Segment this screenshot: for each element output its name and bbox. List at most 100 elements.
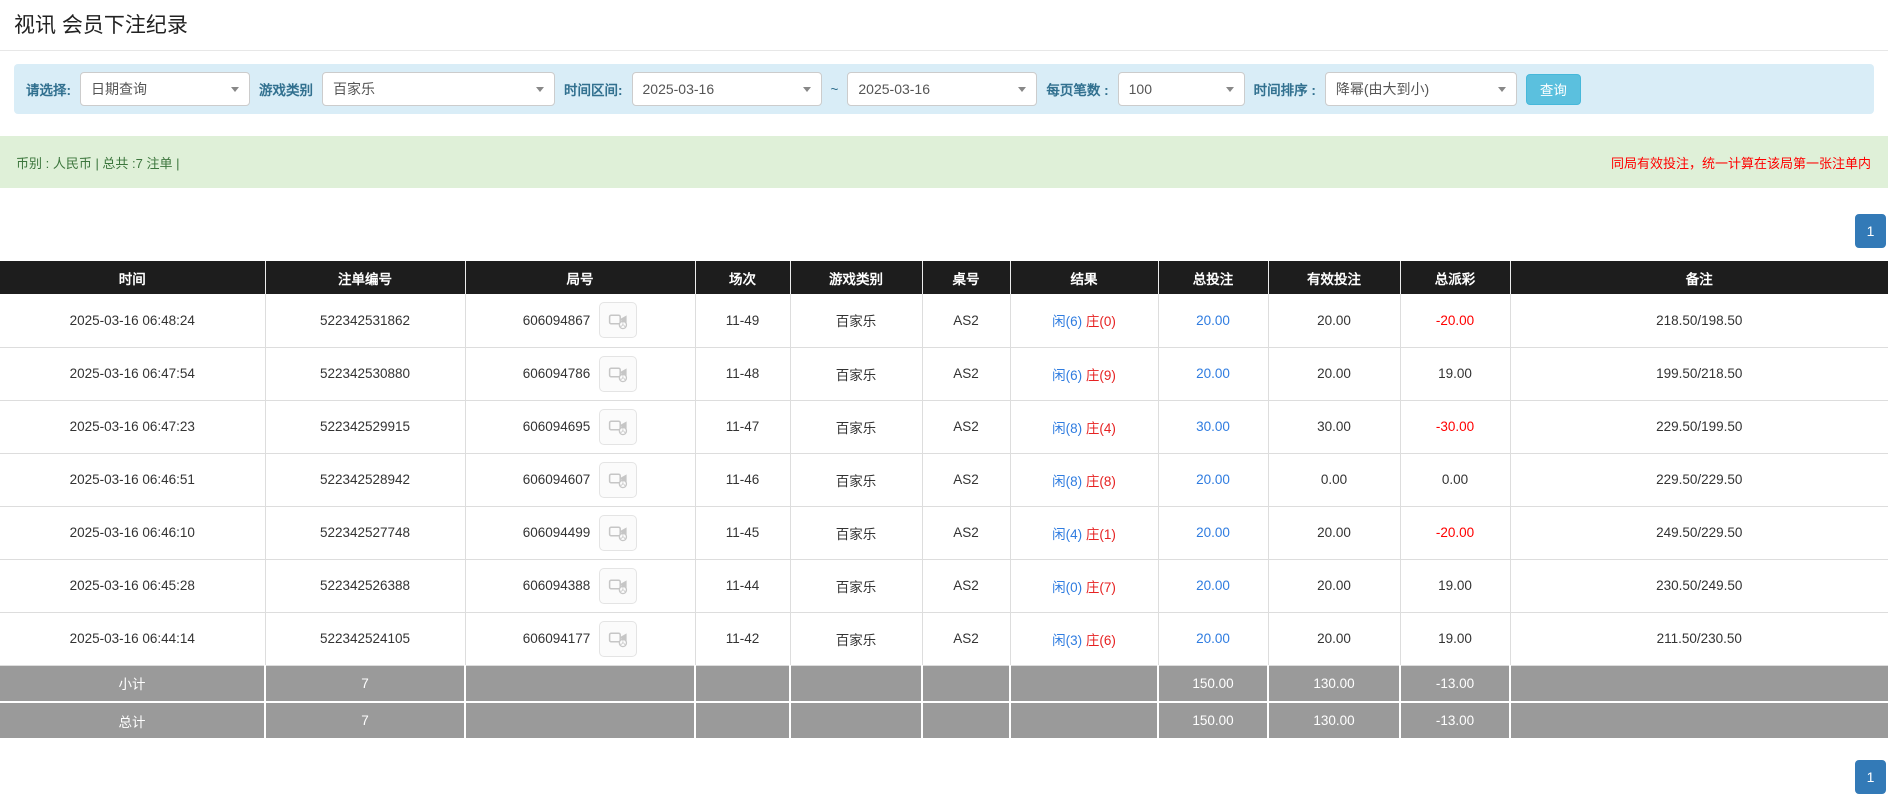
cell-payout: -30.00 (1400, 400, 1510, 453)
total-bet-link[interactable]: 20.00 (1196, 472, 1230, 487)
col-valid-bet: 有效投注 (1268, 261, 1400, 294)
subtotal-label: 小计 (0, 665, 265, 702)
cell-total-bet: 20.00 (1158, 612, 1268, 665)
cell-game-type: 百家乐 (790, 559, 922, 612)
cell-remark: 211.50/230.50 (1510, 612, 1888, 665)
cell-session: 11-48 (695, 347, 790, 400)
cell-total-bet: 20.00 (1158, 453, 1268, 506)
page-title: 视讯 会员下注纪录 (0, 0, 1888, 51)
currency-total-text: 币别 : 人民币 | 总共 :7 注单 | (16, 153, 180, 172)
round-id: 606094177 (523, 631, 591, 646)
cell-table: AS2 (922, 612, 1010, 665)
cell-result: 闲(6) 庄(0) (1010, 294, 1158, 347)
cell-valid-bet: 30.00 (1268, 400, 1400, 453)
col-time: 时间 (0, 261, 265, 294)
cell-valid-bet: 20.00 (1268, 612, 1400, 665)
cell-round: 606094499 (465, 506, 695, 559)
cell-bet-id: 522342524105 (265, 612, 465, 665)
cell-round: 606094177 (465, 612, 695, 665)
cell-remark: 218.50/198.50 (1510, 294, 1888, 347)
video-camera-icon (608, 310, 629, 331)
cell-table: AS2 (922, 347, 1010, 400)
video-replay-button[interactable] (599, 462, 637, 498)
cell-valid-bet: 20.00 (1268, 347, 1400, 400)
result-player: 闲(0) (1052, 580, 1082, 595)
filter-bar: 请选择: 日期查询 游戏类别 百家乐 时间区间: 2025-03-16 ~ 20… (14, 64, 1874, 114)
page-1-button[interactable]: 1 (1855, 760, 1886, 794)
cell-session: 11-49 (695, 294, 790, 347)
cell-game-type: 百家乐 (790, 400, 922, 453)
round-id: 606094867 (523, 313, 591, 328)
valid-bet-notice-text: 同局有效投注，统一计算在该局第一张注单内 (1611, 153, 1871, 172)
video-camera-icon (608, 363, 629, 384)
search-button[interactable]: 查询 (1526, 74, 1581, 105)
tilde-separator: ~ (831, 82, 839, 97)
table-body: 2025-03-16 06:48:24 522342531862 6060948… (0, 294, 1888, 665)
cell-session: 11-47 (695, 400, 790, 453)
cell-payout: 19.00 (1400, 347, 1510, 400)
time-range-label: 时间区间: (564, 79, 623, 99)
cell-payout: -20.00 (1400, 506, 1510, 559)
date-from-select[interactable]: 2025-03-16 (632, 72, 822, 106)
total-bet-link[interactable]: 20.00 (1196, 525, 1230, 540)
table-row: 2025-03-16 06:44:14 522342524105 6060941… (0, 612, 1888, 665)
sort-order-value: 降幂(由大到小) (1336, 79, 1429, 99)
total-bet-link[interactable]: 20.00 (1196, 366, 1230, 381)
col-result: 结果 (1010, 261, 1158, 294)
cell-game-type: 百家乐 (790, 453, 922, 506)
result-player: 闲(8) (1052, 474, 1082, 489)
date-mode-value: 日期查询 (91, 79, 147, 99)
game-type-value: 百家乐 (333, 79, 375, 99)
table-row: 2025-03-16 06:45:28 522342526388 6060943… (0, 559, 1888, 612)
video-replay-button[interactable] (599, 409, 637, 445)
total-bet-link[interactable]: 20.00 (1196, 313, 1230, 328)
total-bet-link[interactable]: 20.00 (1196, 578, 1230, 593)
table-row: 2025-03-16 06:47:23 522342529915 6060946… (0, 400, 1888, 453)
cell-valid-bet: 20.00 (1268, 559, 1400, 612)
video-replay-button[interactable] (599, 356, 637, 392)
chevron-down-icon (1498, 87, 1506, 92)
chevron-down-icon (536, 87, 544, 92)
date-to-select[interactable]: 2025-03-16 (847, 72, 1037, 106)
sort-order-select[interactable]: 降幂(由大到小) (1325, 72, 1517, 106)
table-header: 时间 注单编号 局号 场次 游戏类别 桌号 结果 总投注 有效投注 总派彩 备注 (0, 261, 1888, 294)
cell-round: 606094867 (465, 294, 695, 347)
total-bet-link[interactable]: 30.00 (1196, 419, 1230, 434)
chevron-down-icon (803, 87, 811, 92)
subtotal-payout: -13.00 (1400, 665, 1510, 702)
cell-payout: 19.00 (1400, 612, 1510, 665)
cell-table: AS2 (922, 400, 1010, 453)
cell-round: 606094388 (465, 559, 695, 612)
video-replay-button[interactable] (599, 621, 637, 657)
col-remark: 备注 (1510, 261, 1888, 294)
result-player: 闲(4) (1052, 527, 1082, 542)
cell-game-type: 百家乐 (790, 347, 922, 400)
date-mode-select[interactable]: 日期查询 (80, 72, 250, 106)
result-player: 闲(8) (1052, 421, 1082, 436)
cell-session: 11-46 (695, 453, 790, 506)
result-banker: 庄(0) (1086, 314, 1116, 329)
chevron-down-icon (1226, 87, 1234, 92)
cell-payout: 19.00 (1400, 559, 1510, 612)
game-type-select[interactable]: 百家乐 (322, 72, 555, 106)
cell-result: 闲(8) 庄(4) (1010, 400, 1158, 453)
video-replay-button[interactable] (599, 568, 637, 604)
sort-label: 时间排序 : (1254, 79, 1316, 99)
cell-valid-bet: 20.00 (1268, 294, 1400, 347)
page-size-select[interactable]: 100 (1118, 72, 1245, 106)
col-total-bet: 总投注 (1158, 261, 1268, 294)
subtotal-total-bet: 150.00 (1158, 665, 1268, 702)
round-id: 606094695 (523, 419, 591, 434)
chevron-down-icon (231, 87, 239, 92)
total-total-bet: 150.00 (1158, 702, 1268, 739)
cell-table: AS2 (922, 453, 1010, 506)
mode-label: 请选择: (26, 79, 71, 99)
video-replay-button[interactable] (599, 302, 637, 338)
round-id: 606094388 (523, 578, 591, 593)
total-bet-link[interactable]: 20.00 (1196, 631, 1230, 646)
total-valid-bet: 130.00 (1268, 702, 1400, 739)
video-replay-button[interactable] (599, 515, 637, 551)
video-camera-icon (608, 416, 629, 437)
cell-total-bet: 20.00 (1158, 347, 1268, 400)
page-1-button[interactable]: 1 (1855, 214, 1886, 248)
